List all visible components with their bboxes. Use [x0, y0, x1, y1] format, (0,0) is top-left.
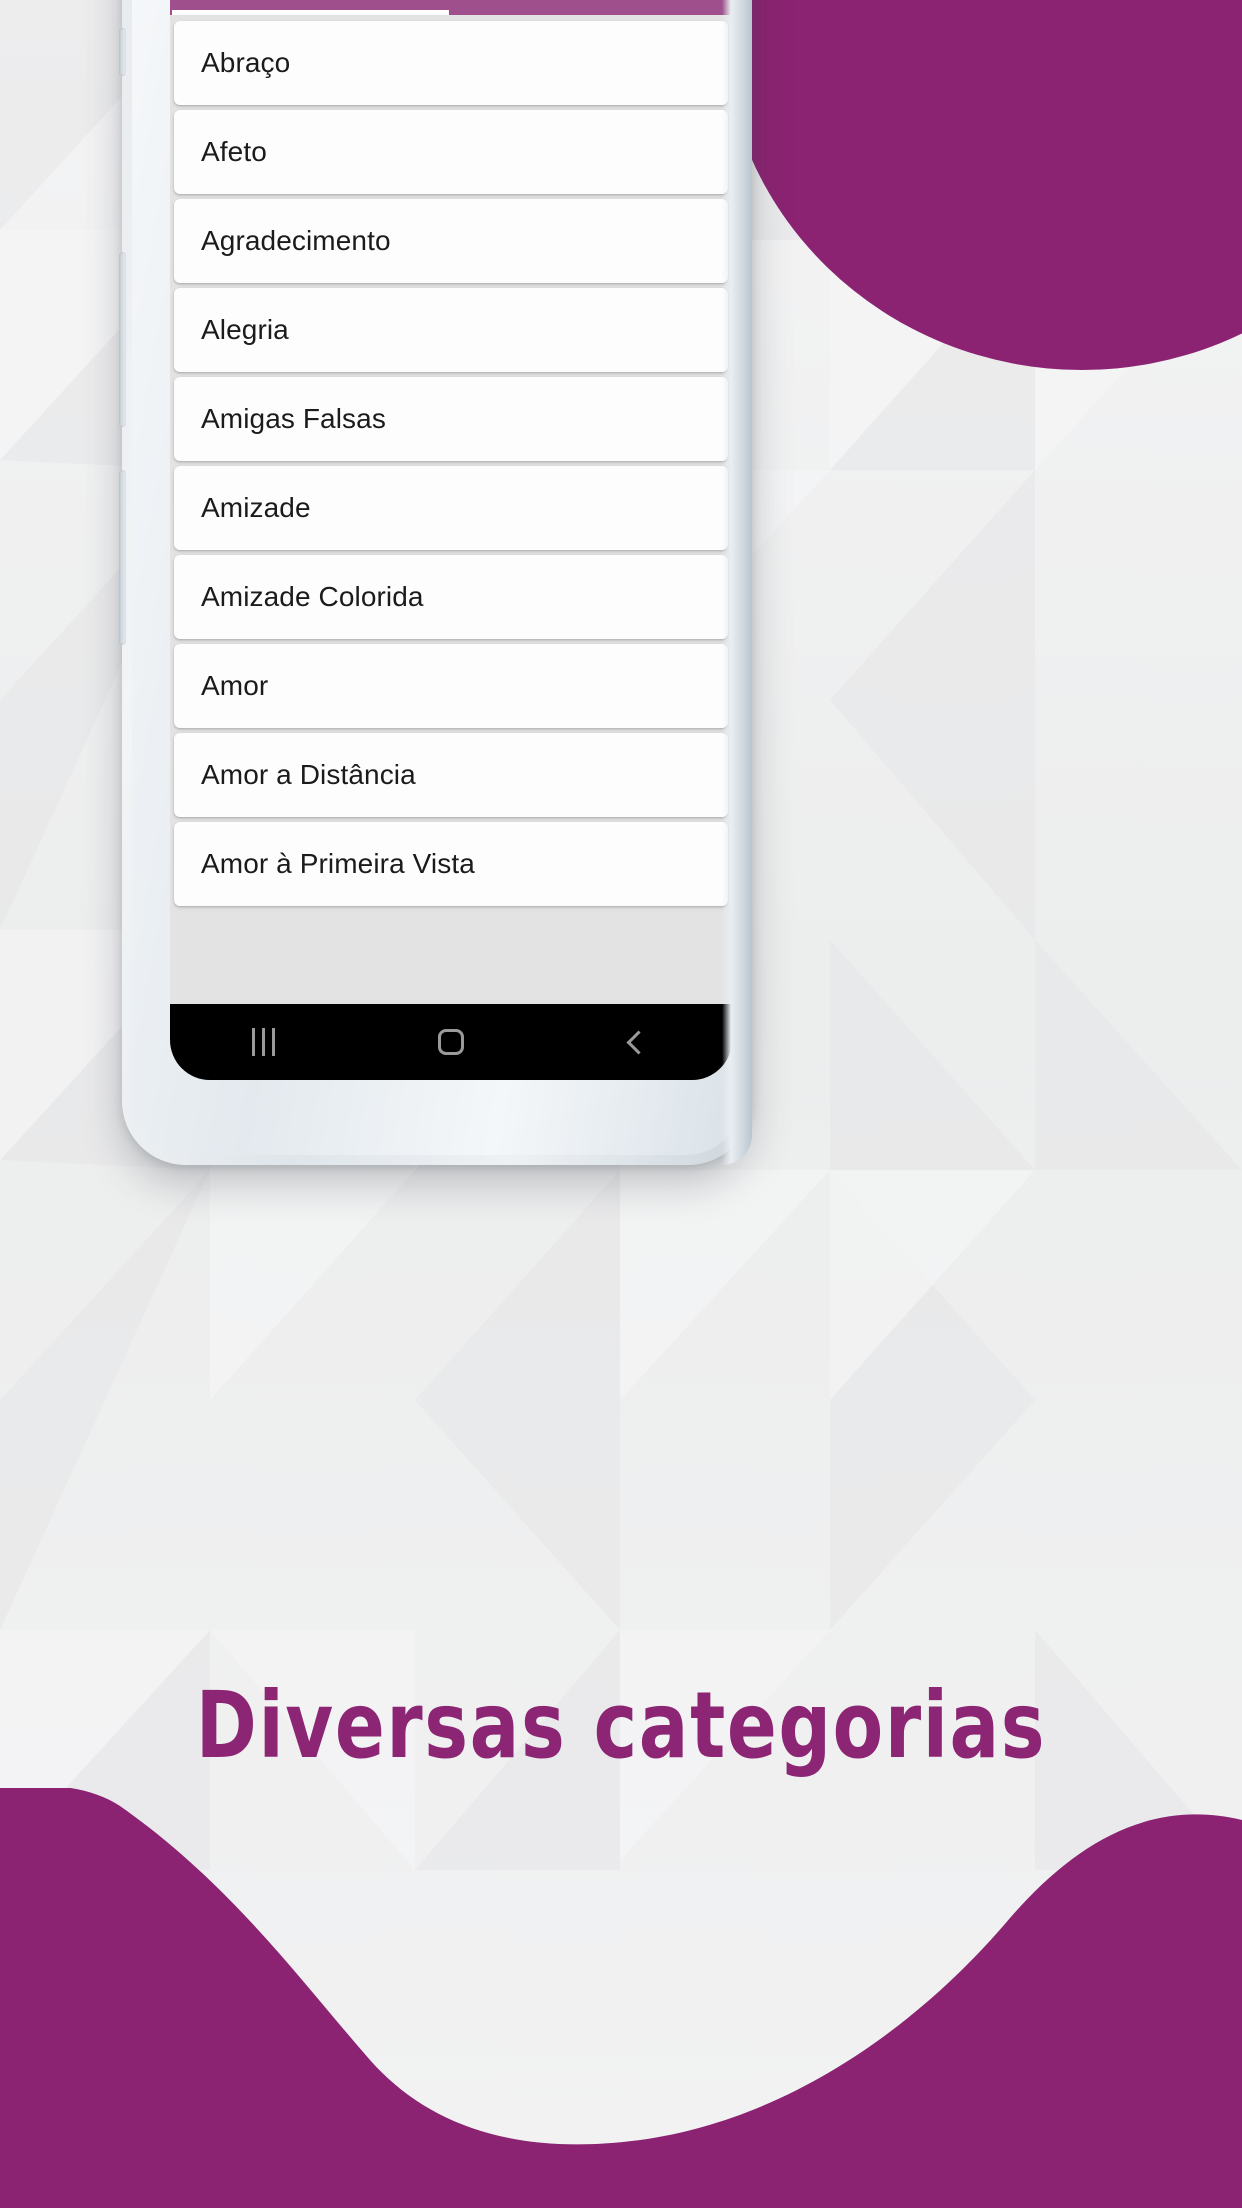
android-nav-bar [170, 1004, 732, 1080]
list-item[interactable]: Amor [174, 644, 728, 728]
list-item-label: Amor [201, 670, 269, 701]
phone-mockup: TEMAS FAVORITAS Abraço Afeto Agradecimen… [119, 0, 752, 1165]
app-root: TEMAS FAVORITAS Abraço Afeto Agradecimen… [170, 0, 732, 1080]
recents-icon [252, 1028, 276, 1056]
list-item-label: Amizade Colorida [201, 581, 424, 612]
promo-caption: Diversas categorias [195, 1672, 1047, 1779]
nav-back-button[interactable] [545, 1029, 732, 1055]
list-item-label: Amizade [201, 492, 311, 523]
nav-recents-button[interactable] [170, 1028, 357, 1056]
list-item[interactable]: Amizade [174, 466, 728, 550]
list-item-label: Abraço [201, 47, 291, 78]
nav-home-button[interactable] [357, 1029, 544, 1055]
list-item-label: Amigas Falsas [201, 403, 386, 434]
list-item[interactable]: Amor a Distância [174, 733, 728, 817]
phone-right-edge [722, 0, 752, 1165]
list-item-label: Alegria [201, 314, 289, 345]
list-item[interactable]: Alegria [174, 288, 728, 372]
list-item-label: Afeto [201, 136, 267, 167]
phone-volume-up-button [119, 252, 126, 427]
back-icon [626, 1029, 651, 1055]
tab-favoritas[interactable]: FAVORITAS [451, 0, 732, 15]
phone-power-button [119, 28, 126, 76]
list-item[interactable]: Abraço [174, 21, 728, 105]
list-item[interactable]: Amigas Falsas [174, 377, 728, 461]
phone-volume-down-button [119, 470, 126, 645]
phone-screen: TEMAS FAVORITAS Abraço Afeto Agradecimen… [170, 0, 732, 1080]
list-item-label: Amor a Distância [201, 759, 416, 790]
list-item[interactable]: Agradecimento [174, 199, 728, 283]
list-item-label: Agradecimento [201, 225, 391, 256]
tab-bar: TEMAS FAVORITAS [170, 0, 732, 15]
list-item[interactable]: Amor à Primeira Vista [174, 822, 728, 906]
tab-temas[interactable]: TEMAS [170, 0, 451, 15]
list-item[interactable]: Amizade Colorida [174, 555, 728, 639]
home-icon [437, 1029, 464, 1055]
list-item-label: Amor à Primeira Vista [201, 848, 475, 879]
category-list[interactable]: Abraço Afeto Agradecimento Alegria Amiga… [170, 15, 732, 1004]
decorative-wave-bottom [0, 1788, 1242, 2208]
list-item[interactable]: Afeto [174, 110, 728, 194]
